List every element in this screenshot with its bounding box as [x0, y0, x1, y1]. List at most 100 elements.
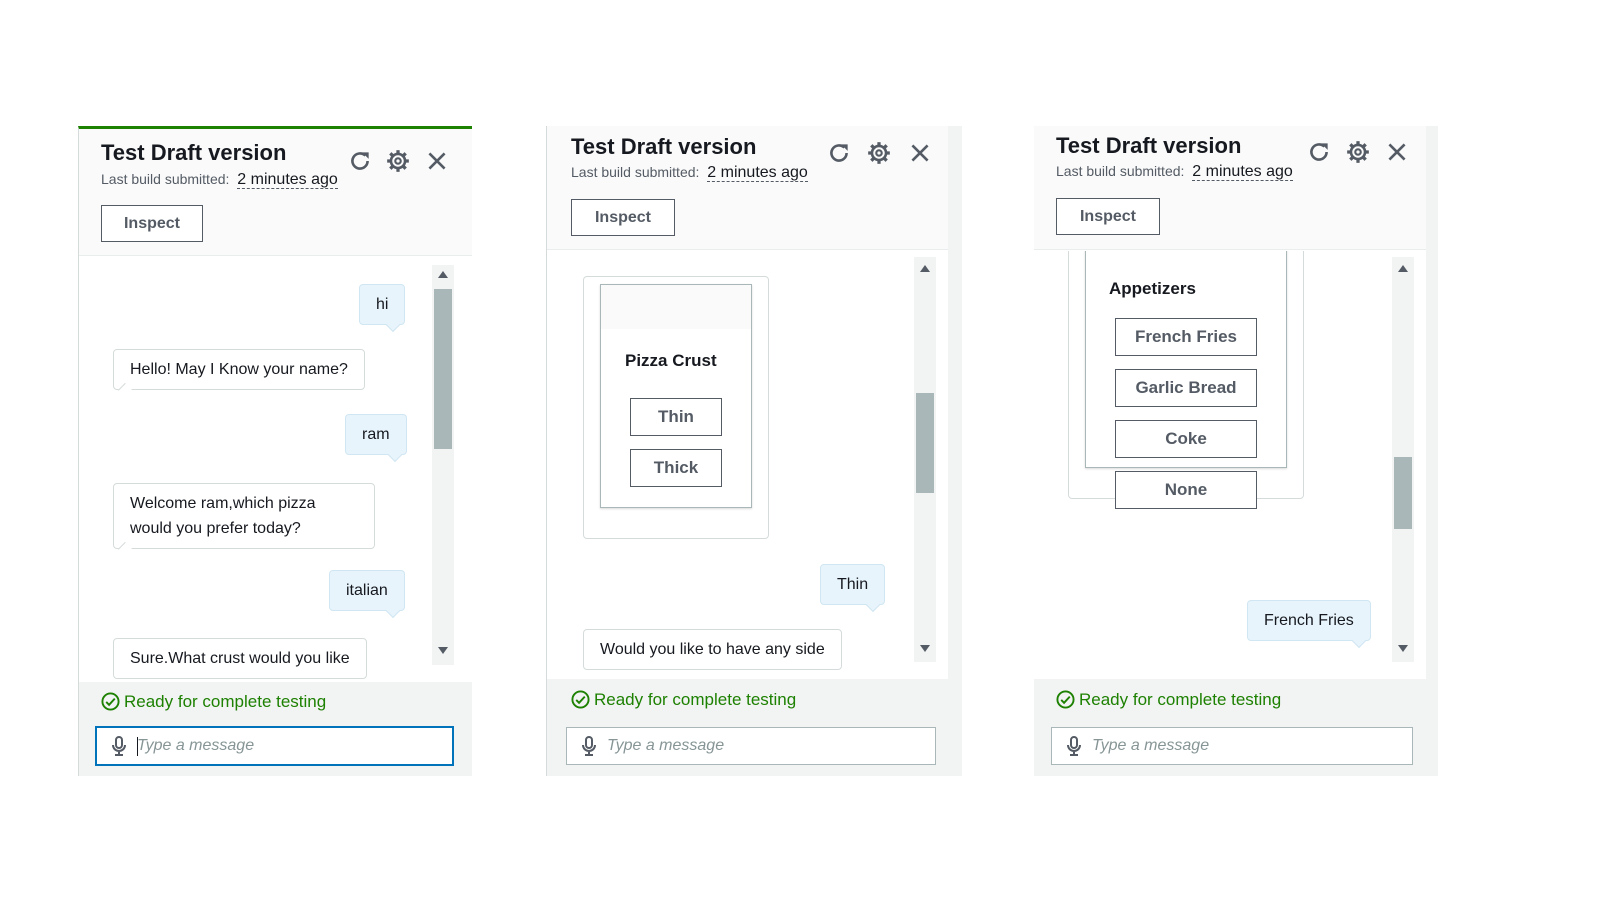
bubble-tail	[387, 447, 402, 463]
message-input-box[interactable]	[1051, 727, 1413, 765]
bubble-tail	[385, 603, 400, 619]
response-card: Pizza Crust Thin Thick	[600, 284, 752, 508]
card-response: Pizza Crust Thin Thick	[583, 276, 769, 539]
message-input[interactable]	[137, 732, 421, 760]
close-icon[interactable]	[424, 148, 450, 174]
chat-panel-3: Test Draft version Last build submitted:…	[1034, 126, 1438, 776]
microphone-icon[interactable]	[581, 736, 597, 756]
panel-footer: Ready for complete testing	[79, 682, 472, 776]
message-text: Hello! May I Know your name?	[130, 361, 348, 378]
option-button-thin[interactable]: Thin	[630, 398, 722, 436]
panel-title: Test Draft version	[1056, 133, 1242, 158]
card-response: Appetizers French Fries Garlic Bread Cok…	[1068, 251, 1304, 509]
status-label: Ready for complete testing	[124, 692, 327, 711]
message-line: Welcome ram,which pizza	[130, 495, 316, 512]
last-build-time[interactable]: 2 minutes ago	[237, 171, 338, 189]
option-button-thick[interactable]: Thick	[630, 449, 722, 487]
status-label: Ready for complete testing	[1079, 690, 1282, 709]
gear-icon[interactable]	[866, 140, 892, 166]
refresh-icon[interactable]	[347, 148, 373, 174]
refresh-icon[interactable]	[1306, 139, 1332, 165]
last-build-text: Last build submitted: 2 minutes ago	[101, 171, 338, 189]
bubble-tail	[1351, 633, 1366, 649]
bot-message: Welcome ram,which pizza would you prefer…	[113, 483, 375, 557]
message-input-box[interactable]	[566, 727, 936, 765]
close-icon[interactable]	[907, 140, 933, 166]
chat-transcript[interactable]: Pizza Crust Thin Thick Thin Would you li…	[547, 251, 948, 679]
option-button-french-fries[interactable]: French Fries	[1115, 318, 1257, 356]
message-input-box[interactable]	[95, 726, 454, 766]
inspect-button[interactable]: Inspect	[101, 205, 203, 242]
response-card: Appetizers French Fries Garlic Bread Cok…	[1085, 251, 1287, 509]
scroll-thumb[interactable]	[434, 289, 452, 449]
check-circle-icon	[571, 690, 590, 709]
scroll-down-arrow[interactable]	[438, 647, 448, 654]
message-text: Would you like to have any side	[600, 641, 825, 658]
chat-scrollbar[interactable]	[432, 265, 454, 665]
scroll-down-arrow[interactable]	[1398, 645, 1408, 652]
scroll-up-arrow[interactable]	[438, 271, 448, 278]
last-build-time[interactable]: 2 minutes ago	[707, 164, 808, 182]
panel-footer: Ready for complete testing	[1034, 679, 1426, 776]
chat-scrollbar[interactable]	[1392, 257, 1414, 662]
message-input[interactable]	[1092, 732, 1380, 760]
close-icon[interactable]	[1384, 139, 1410, 165]
bot-message: Sure.What crust would you like	[113, 638, 367, 679]
last-build-label: Last build submitted:	[1056, 163, 1185, 179]
gear-icon[interactable]	[1345, 139, 1371, 165]
card-title: Appetizers	[1109, 279, 1196, 298]
status-label: Ready for complete testing	[594, 690, 797, 709]
status-text: Ready for complete testing	[1056, 690, 1281, 710]
message-text: Thin	[837, 576, 869, 593]
bot-message: Would you like to have any side	[583, 629, 842, 670]
message-input[interactable]	[607, 732, 902, 760]
chat-transcript[interactable]: Appetizers French Fries Garlic Bread Cok…	[1034, 251, 1426, 679]
chat-panel-1: Test Draft version Last build submitted:…	[78, 126, 472, 776]
last-build-label: Last build submitted:	[571, 164, 700, 180]
option-button-garlic-bread[interactable]: Garlic Bread	[1115, 369, 1257, 407]
message-text: French Fries	[1264, 612, 1354, 629]
gear-icon[interactable]	[385, 148, 411, 174]
user-message: hi	[359, 284, 406, 333]
panel-title: Test Draft version	[101, 140, 287, 165]
message-text: hi	[376, 296, 389, 313]
panel-header: Test Draft version Last build submitted:…	[1034, 126, 1426, 250]
last-build-text: Last build submitted: 2 minutes ago	[571, 164, 808, 182]
scroll-down-arrow[interactable]	[920, 645, 930, 652]
inspect-button[interactable]: Inspect	[1056, 198, 1160, 235]
message-text: Sure.What crust would you like	[130, 650, 350, 667]
card-title: Pizza Crust	[625, 351, 717, 370]
message-text: italian	[346, 582, 388, 599]
check-circle-icon	[1056, 690, 1075, 709]
refresh-icon[interactable]	[826, 140, 852, 166]
panel-header: Test Draft version Last build submitted:…	[79, 129, 472, 256]
card-image-area	[601, 285, 751, 329]
user-message: French Fries	[1247, 600, 1371, 649]
scroll-thumb[interactable]	[1394, 457, 1412, 529]
scroll-up-arrow[interactable]	[920, 265, 930, 272]
last-build-text: Last build submitted: 2 minutes ago	[1056, 163, 1293, 181]
check-circle-icon	[101, 692, 120, 711]
option-button-coke[interactable]: Coke	[1115, 420, 1257, 458]
option-button-none[interactable]: None	[1115, 471, 1257, 509]
inspect-button[interactable]: Inspect	[571, 199, 675, 236]
panel-header: Test Draft version Last build submitted:…	[547, 126, 948, 250]
scroll-thumb[interactable]	[916, 393, 934, 493]
user-message: Thin	[820, 564, 886, 613]
status-text: Ready for complete testing	[571, 690, 796, 710]
scroll-up-arrow[interactable]	[1398, 265, 1408, 272]
last-build-time[interactable]: 2 minutes ago	[1192, 163, 1293, 181]
chat-transcript[interactable]: hi Hello! May I Know your name? ram Welc…	[79, 257, 472, 682]
bubble-tail	[117, 382, 133, 398]
panel-footer: Ready for complete testing	[547, 679, 948, 776]
message-line: would you prefer today?	[130, 520, 301, 537]
user-message: ram	[345, 414, 407, 463]
status-text: Ready for complete testing	[101, 692, 326, 712]
last-build-label: Last build submitted:	[101, 171, 230, 187]
microphone-icon[interactable]	[111, 736, 127, 756]
panel-title: Test Draft version	[571, 134, 757, 159]
chat-panel-2: Test Draft version Last build submitted:…	[546, 126, 962, 776]
bubble-tail	[386, 317, 401, 333]
microphone-icon[interactable]	[1066, 736, 1082, 756]
chat-scrollbar[interactable]	[914, 257, 936, 662]
